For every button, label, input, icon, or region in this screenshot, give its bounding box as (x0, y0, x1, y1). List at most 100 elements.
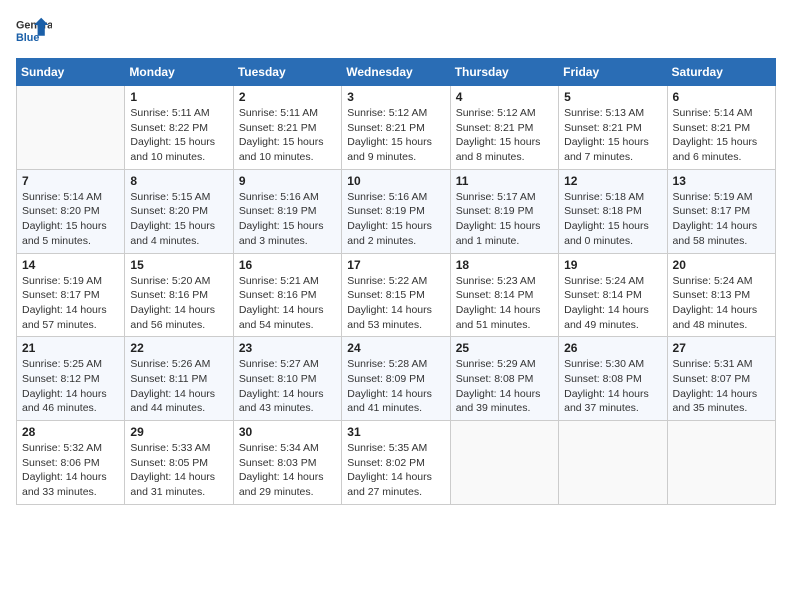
calendar-cell: 22Sunrise: 5:26 AMSunset: 8:11 PMDayligh… (125, 337, 233, 421)
day-info: Sunrise: 5:14 AMSunset: 8:20 PMDaylight:… (22, 190, 119, 249)
day-number: 4 (456, 90, 553, 104)
day-info: Sunrise: 5:12 AMSunset: 8:21 PMDaylight:… (456, 106, 553, 165)
day-number: 24 (347, 341, 444, 355)
day-info: Sunrise: 5:21 AMSunset: 8:16 PMDaylight:… (239, 274, 336, 333)
day-number: 8 (130, 174, 227, 188)
calendar-cell: 21 Sunrise: 5:25 AMSunset: 8:12 PMDayligh… (17, 337, 125, 421)
calendar-cell: 30Sunrise: 5:34 AMSunset: 8:03 PMDayligh… (233, 421, 341, 505)
day-info: Sunrise: 5:11 AMSunset: 8:22 PMDaylight:… (130, 106, 227, 165)
day-number: 18 (456, 258, 553, 272)
day-info: Sunrise: 5:19 AMSunset: 8:17 PMDaylight:… (673, 190, 770, 249)
day-number: 14 (22, 258, 119, 272)
day-info: Sunrise: 5:20 AMSunset: 8:16 PMDaylight:… (130, 274, 227, 333)
svg-text:General: General (16, 20, 52, 32)
day-info: Sunrise: 5:29 AMSunset: 8:08 PMDaylight:… (456, 357, 553, 416)
day-number: 29 (130, 425, 227, 439)
calendar-table: SundayMondayTuesdayWednesdayThursdayFrid… (16, 58, 776, 505)
calendar-cell: 8 Sunrise: 5:15 AMSunset: 8:20 PMDaylight… (125, 169, 233, 253)
calendar-cell: 14 Sunrise: 5:19 AMSunset: 8:17 PMDayligh… (17, 253, 125, 337)
day-number: 28 (22, 425, 119, 439)
day-info: Sunrise: 5:13 AMSunset: 8:21 PMDaylight:… (564, 106, 661, 165)
week-row-2: 7 Sunrise: 5:14 AMSunset: 8:20 PMDaylight… (17, 169, 776, 253)
day-number: 3 (347, 90, 444, 104)
day-info: Sunrise: 5:16 AMSunset: 8:19 PMDaylight:… (347, 190, 444, 249)
calendar-cell: 25 Sunrise: 5:29 AMSunset: 8:08 PMDayligh… (450, 337, 558, 421)
day-number: 17 (347, 258, 444, 272)
logo-icon: General Blue (16, 16, 52, 52)
calendar-cell: 12 Sunrise: 5:18 AMSunset: 8:18 PMDayligh… (559, 169, 667, 253)
header-sunday: Sunday (17, 59, 125, 86)
day-info: Sunrise: 5:11 AMSunset: 8:21 PMDaylight:… (239, 106, 336, 165)
day-info: Sunrise: 5:34 AMSunset: 8:03 PMDaylight:… (239, 441, 336, 500)
day-number: 13 (673, 174, 770, 188)
day-info: Sunrise: 5:23 AMSunset: 8:14 PMDaylight:… (456, 274, 553, 333)
day-number: 25 (456, 341, 553, 355)
week-row-3: 14 Sunrise: 5:19 AMSunset: 8:17 PMDayligh… (17, 253, 776, 337)
calendar-cell: 16 Sunrise: 5:21 AMSunset: 8:16 PMDayligh… (233, 253, 341, 337)
calendar-cell: 13 Sunrise: 5:19 AMSunset: 8:17 PMDayligh… (667, 169, 775, 253)
calendar-cell: 11 Sunrise: 5:17 AMSunset: 8:19 PMDayligh… (450, 169, 558, 253)
calendar-cell: 4 Sunrise: 5:12 AMSunset: 8:21 PMDaylight… (450, 86, 558, 170)
day-number: 10 (347, 174, 444, 188)
calendar-cell (559, 421, 667, 505)
day-info: Sunrise: 5:33 AMSunset: 8:05 PMDaylight:… (130, 441, 227, 500)
day-info: Sunrise: 5:24 AMSunset: 8:14 PMDaylight:… (564, 274, 661, 333)
day-info: Sunrise: 5:16 AMSunset: 8:19 PMDaylight:… (239, 190, 336, 249)
day-number: 26 (564, 341, 661, 355)
calendar-cell: 26 Sunrise: 5:30 AMSunset: 8:08 PMDayligh… (559, 337, 667, 421)
header-saturday: Saturday (667, 59, 775, 86)
day-info: Sunrise: 5:24 AMSunset: 8:13 PMDaylight:… (673, 274, 770, 333)
day-info: Sunrise: 5:28 AMSunset: 8:09 PMDaylight:… (347, 357, 444, 416)
header-monday: Monday (125, 59, 233, 86)
day-number: 11 (456, 174, 553, 188)
day-number: 15 (130, 258, 227, 272)
calendar-cell: 6 Sunrise: 5:14 AMSunset: 8:21 PMDaylight… (667, 86, 775, 170)
calendar-cell: 10 Sunrise: 5:16 AMSunset: 8:19 PMDayligh… (342, 169, 450, 253)
day-info: Sunrise: 5:27 AMSunset: 8:10 PMDaylight:… (239, 357, 336, 416)
day-number: 23 (239, 341, 336, 355)
calendar-cell: 29 Sunrise: 5:33 AMSunset: 8:05 PMDayligh… (125, 421, 233, 505)
calendar-cell: 17Sunrise: 5:22 AMSunset: 8:15 PMDayligh… (342, 253, 450, 337)
week-row-5: 28 Sunrise: 5:32 AMSunset: 8:06 PMDayligh… (17, 421, 776, 505)
day-number: 1 (130, 90, 227, 104)
weekday-header-row: SundayMondayTuesdayWednesdayThursdayFrid… (17, 59, 776, 86)
day-number: 12 (564, 174, 661, 188)
svg-text:Blue: Blue (16, 32, 39, 44)
week-row-1: 1 Sunrise: 5:11 AMSunset: 8:22 PMDaylight… (17, 86, 776, 170)
day-info: Sunrise: 5:19 AMSunset: 8:17 PMDaylight:… (22, 274, 119, 333)
day-info: Sunrise: 5:30 AMSunset: 8:08 PMDaylight:… (564, 357, 661, 416)
page-header: General Blue (16, 16, 776, 52)
day-info: Sunrise: 5:17 AMSunset: 8:19 PMDaylight:… (456, 190, 553, 249)
calendar-cell (450, 421, 558, 505)
day-info: Sunrise: 5:15 AMSunset: 8:20 PMDaylight:… (130, 190, 227, 249)
day-info: Sunrise: 5:12 AMSunset: 8:21 PMDaylight:… (347, 106, 444, 165)
day-number: 7 (22, 174, 119, 188)
day-info: Sunrise: 5:25 AMSunset: 8:12 PMDaylight:… (22, 357, 119, 416)
day-info: Sunrise: 5:14 AMSunset: 8:21 PMDaylight:… (673, 106, 770, 165)
day-info: Sunrise: 5:32 AMSunset: 8:06 PMDaylight:… (22, 441, 119, 500)
day-info: Sunrise: 5:35 AMSunset: 8:02 PMDaylight:… (347, 441, 444, 500)
calendar-cell: 19 Sunrise: 5:24 AMSunset: 8:14 PMDayligh… (559, 253, 667, 337)
day-info: Sunrise: 5:18 AMSunset: 8:18 PMDaylight:… (564, 190, 661, 249)
header-wednesday: Wednesday (342, 59, 450, 86)
header-tuesday: Tuesday (233, 59, 341, 86)
calendar-cell: 23 Sunrise: 5:27 AMSunset: 8:10 PMDayligh… (233, 337, 341, 421)
day-number: 9 (239, 174, 336, 188)
calendar-cell: 15 Sunrise: 5:20 AMSunset: 8:16 PMDayligh… (125, 253, 233, 337)
header-friday: Friday (559, 59, 667, 86)
calendar-cell: 3 Sunrise: 5:12 AMSunset: 8:21 PMDaylight… (342, 86, 450, 170)
day-number: 6 (673, 90, 770, 104)
day-number: 19 (564, 258, 661, 272)
day-number: 16 (239, 258, 336, 272)
day-number: 22 (130, 341, 227, 355)
calendar-cell: 7 Sunrise: 5:14 AMSunset: 8:20 PMDaylight… (17, 169, 125, 253)
calendar-cell: 31Sunrise: 5:35 AMSunset: 8:02 PMDayligh… (342, 421, 450, 505)
day-number: 21 (22, 341, 119, 355)
day-info: Sunrise: 5:31 AMSunset: 8:07 PMDaylight:… (673, 357, 770, 416)
day-number: 5 (564, 90, 661, 104)
week-row-4: 21 Sunrise: 5:25 AMSunset: 8:12 PMDayligh… (17, 337, 776, 421)
day-number: 2 (239, 90, 336, 104)
calendar-cell: 18 Sunrise: 5:23 AMSunset: 8:14 PMDayligh… (450, 253, 558, 337)
calendar-cell: 2 Sunrise: 5:11 AMSunset: 8:21 PMDaylight… (233, 86, 341, 170)
calendar-cell: 28 Sunrise: 5:32 AMSunset: 8:06 PMDayligh… (17, 421, 125, 505)
